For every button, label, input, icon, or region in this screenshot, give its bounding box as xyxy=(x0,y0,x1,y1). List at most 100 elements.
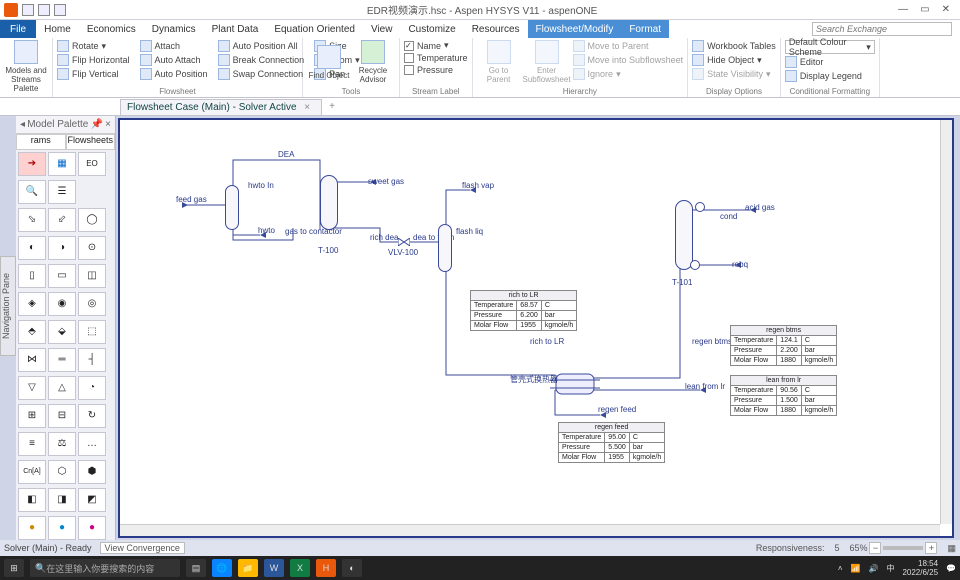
tab-close-icon[interactable]: × xyxy=(299,102,315,113)
pal-compressor-icon[interactable]: ◐ xyxy=(18,236,46,260)
close-button[interactable]: ✕ xyxy=(942,4,950,15)
tray-up-icon[interactable]: ˄ xyxy=(838,564,843,573)
menu-view[interactable]: View xyxy=(363,20,401,38)
qat-save-icon[interactable] xyxy=(22,4,34,16)
pal-c-icon[interactable]: ◩ xyxy=(78,488,106,512)
wifi-icon[interactable]: 📶 xyxy=(851,564,861,573)
palette-button[interactable]: Models and Streams Palette xyxy=(4,40,48,93)
pal-recycle-icon[interactable]: ↻ xyxy=(78,404,106,428)
qat-undo-icon[interactable] xyxy=(38,4,50,16)
flip-h-button[interactable]: Flip Horizontal xyxy=(57,54,130,66)
pal-pipe-icon[interactable]: ═ xyxy=(48,348,76,372)
find-object-button[interactable]: Find Object xyxy=(307,40,351,84)
table-lean-from-lr[interactable]: lean from lr Temperature90.56C Pressure1… xyxy=(730,375,837,416)
menu-equation-oriented[interactable]: Equation Oriented xyxy=(266,20,363,38)
regen-t101[interactable] xyxy=(675,200,693,270)
pal-ctrlv-icon[interactable]: ▽ xyxy=(18,376,46,400)
file-menu[interactable]: File xyxy=(0,20,36,38)
zoom-slider[interactable] xyxy=(883,546,923,550)
menu-resources[interactable]: Resources xyxy=(464,20,528,38)
palette-tab-rams[interactable]: rams xyxy=(16,134,66,150)
enter-subflowsheet-button[interactable]: Enter Subflowsheet xyxy=(525,40,569,84)
pal-column-icon[interactable]: ▯ xyxy=(18,264,46,288)
move-into-sub-button[interactable]: Move into Subflowsheet xyxy=(573,54,684,66)
sound-icon[interactable]: 🔊 xyxy=(868,564,878,573)
flowsheet-canvas[interactable]: feed gas DEA hwto In hwto gas to contact… xyxy=(118,118,954,538)
palette-tab-flowsheets[interactable]: Flowsheets xyxy=(66,134,116,150)
temperature-check[interactable]: Temperature xyxy=(404,53,468,63)
workbook-tables-button[interactable]: Workbook Tables xyxy=(692,40,776,52)
pal-reactor-icon[interactable]: ▭ xyxy=(48,264,76,288)
clock-date[interactable]: 2022/6/25 xyxy=(902,568,938,577)
palette-pin-icon[interactable]: 📌 xyxy=(91,119,103,130)
view-convergence-button[interactable]: View Convergence xyxy=(100,542,185,554)
ignore-button[interactable]: Ignore ▾ xyxy=(573,68,684,80)
pal-eo-icon[interactable]: EO xyxy=(78,152,106,176)
pal-tee2-icon[interactable]: ┤ xyxy=(78,348,106,372)
navigation-pane-tab[interactable]: Navigation Pane xyxy=(0,256,16,356)
state-visibility-button[interactable]: State Visibility ▾ xyxy=(692,68,776,80)
display-legend-button[interactable]: Display Legend xyxy=(785,70,875,82)
hide-object-button[interactable]: Hide Object ▾ xyxy=(692,54,776,66)
vertical-scrollbar[interactable] xyxy=(940,120,952,524)
menu-plant-data[interactable]: Plant Data xyxy=(204,20,267,38)
excel-icon[interactable]: X xyxy=(290,559,310,577)
rotate-button[interactable]: Rotate ▾ xyxy=(57,40,130,52)
tab-add-icon[interactable]: + xyxy=(324,101,340,112)
flash-vessel[interactable] xyxy=(438,224,452,272)
zoom-in-button[interactable]: + xyxy=(925,542,937,554)
name-check[interactable]: Name ▾ xyxy=(404,40,468,51)
contactor-t100[interactable] xyxy=(320,175,338,230)
horizontal-scrollbar[interactable] xyxy=(120,524,940,536)
auto-position-button[interactable]: Auto Position xyxy=(140,68,208,80)
pal-pump-icon[interactable]: ⊙ xyxy=(78,236,106,260)
pal-f-icon[interactable]: ● xyxy=(78,516,106,540)
auto-position-all-button[interactable]: Auto Position All xyxy=(218,40,305,52)
qat-redo-icon[interactable] xyxy=(54,4,66,16)
colour-scheme-dropdown[interactable]: Default Colour Scheme▾ xyxy=(785,40,875,54)
menu-flowsheet-modify[interactable]: Flowsheet/Modify xyxy=(528,20,622,38)
pal-relief-icon[interactable]: △ xyxy=(48,376,76,400)
pal-balance-icon[interactable]: ⚖ xyxy=(48,432,76,456)
pal-hx-icon[interactable]: ◈ xyxy=(18,292,46,316)
pal-e-icon[interactable]: ● xyxy=(48,516,76,540)
pal-search-icon[interactable]: 🔍 xyxy=(18,180,46,204)
pal-adjust-icon[interactable]: ⊟ xyxy=(48,404,76,428)
zoom-out-button[interactable]: − xyxy=(869,542,881,554)
pal-d-icon[interactable]: ● xyxy=(18,516,46,540)
taskview-icon[interactable]: ▤ xyxy=(186,559,206,577)
pal-sep-icon[interactable]: ⬘ xyxy=(18,320,46,344)
menu-customize[interactable]: Customize xyxy=(400,20,463,38)
table-regen-btms[interactable]: regen btms Temperature124.1C Pressure2.2… xyxy=(730,325,837,366)
search-exchange[interactable] xyxy=(812,22,952,36)
menu-dynamics[interactable]: Dynamics xyxy=(144,20,204,38)
pal-stream-icon[interactable]: ➔ xyxy=(18,152,46,176)
clock-time[interactable]: 18:54 xyxy=(902,559,938,568)
hysys-taskbar-icon[interactable]: H xyxy=(316,559,336,577)
pal-misc3-icon[interactable]: ⬢ xyxy=(78,460,106,484)
flip-v-button[interactable]: Flip Vertical xyxy=(57,68,130,80)
pal-flash-icon[interactable]: ⬙ xyxy=(48,320,76,344)
reboiler[interactable] xyxy=(690,260,700,270)
pal-misc-icon[interactable]: … xyxy=(78,432,106,456)
taskbar-search[interactable]: 🔍 在这里输入你要搜索的内容 xyxy=(30,559,180,577)
pal-gauge-icon[interactable]: ◔ xyxy=(78,376,106,400)
start-button[interactable]: ⊞ xyxy=(4,559,24,577)
pal-cna-icon[interactable]: Cn[A] xyxy=(18,460,46,484)
pal-b-icon[interactable]: ◨ xyxy=(48,488,76,512)
attach-button[interactable]: Attach xyxy=(140,40,208,52)
pal-expander-icon[interactable]: ◑ xyxy=(48,236,76,260)
pal-unit-icon[interactable]: ▦ xyxy=(48,152,76,176)
break-connection-button[interactable]: Break Connection xyxy=(218,54,305,66)
pal-set-icon[interactable]: ≡ xyxy=(18,432,46,456)
maximize-button[interactable]: ▭ xyxy=(920,4,929,15)
minimize-button[interactable]: — xyxy=(898,4,908,15)
edge-icon[interactable]: 🌐 xyxy=(212,559,232,577)
menu-home[interactable]: Home xyxy=(36,20,79,38)
word-icon[interactable]: W xyxy=(264,559,284,577)
recycle-advisor-button[interactable]: Recycle Advisor xyxy=(351,40,395,84)
explorer-icon[interactable]: 📁 xyxy=(238,559,258,577)
pal-tank-icon[interactable]: ◫ xyxy=(78,264,106,288)
editor-button[interactable]: Editor xyxy=(785,56,875,68)
inlet-separator[interactable] xyxy=(225,185,239,230)
